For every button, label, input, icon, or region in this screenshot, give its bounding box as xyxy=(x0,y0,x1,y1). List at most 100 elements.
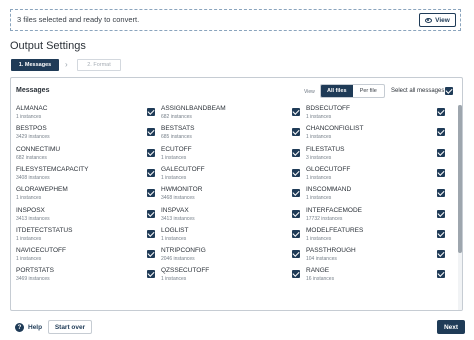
message-instance-count: 1 instances xyxy=(161,174,187,181)
message-item: MODELFEATURES 1 instances xyxy=(306,227,446,243)
message-instance-count: 104 instances xyxy=(306,256,337,263)
message-instance-count: 1 instances xyxy=(306,195,332,202)
message-checkbox[interactable] xyxy=(292,270,300,279)
message-instance-count: 685 instances xyxy=(161,134,192,141)
message-name: ASSIGNLBANDBEAM xyxy=(161,105,226,112)
message-instance-count: 1 instances xyxy=(16,256,42,263)
view-mode-label: View xyxy=(304,89,315,95)
message-instance-count: 17732 instances xyxy=(306,215,343,222)
message-instance-count: 16 instances xyxy=(306,276,335,283)
message-instance-count: 3429 instances xyxy=(16,134,50,141)
message-checkbox[interactable] xyxy=(147,148,155,157)
message-item: INSPOSX 3413 instances xyxy=(16,207,156,223)
message-name: PORTSTATS xyxy=(16,267,54,275)
message-name: FILESTATUS xyxy=(306,145,345,153)
message-name: NTRIPCONFIG xyxy=(161,247,206,255)
message-item: ALMANAC 1 instances xyxy=(16,105,156,121)
messages-title: Messages xyxy=(16,87,50,94)
message-checkbox[interactable] xyxy=(437,168,445,177)
select-all-checkbox[interactable] xyxy=(445,87,453,95)
message-checkbox[interactable] xyxy=(437,148,445,157)
message-checkbox[interactable] xyxy=(292,168,300,177)
message-checkbox[interactable] xyxy=(292,189,300,198)
message-name: ITDETECTSTATUS xyxy=(16,226,73,234)
message-checkbox[interactable] xyxy=(437,189,445,198)
message-instance-count: 1 instances xyxy=(16,114,42,120)
start-over-button[interactable]: Start over xyxy=(48,320,92,334)
message-checkbox[interactable] xyxy=(147,108,155,116)
next-button[interactable]: Next xyxy=(437,320,465,334)
message-checkbox[interactable] xyxy=(437,209,445,218)
message-item: QZSSECUTOFF 1 instances xyxy=(161,267,301,283)
message-name: CONNECTIMU xyxy=(16,145,61,153)
message-name: PASSTHROUGH xyxy=(306,247,356,255)
message-instance-count: 1 instances xyxy=(161,276,187,283)
message-checkbox[interactable] xyxy=(292,108,300,116)
message-item: HWMONITOR 3468 instances xyxy=(161,186,301,202)
message-name: CHANCONFIGLIST xyxy=(306,125,364,133)
message-name: RANGE xyxy=(306,267,330,275)
message-checkbox[interactable] xyxy=(147,128,155,137)
message-checkbox[interactable] xyxy=(437,229,445,238)
question-icon: ? xyxy=(15,323,24,332)
message-checkbox[interactable] xyxy=(292,229,300,238)
message-checkbox[interactable] xyxy=(292,250,300,259)
message-item: PORTSTATS 3469 instances xyxy=(16,267,156,283)
message-item: PASSTHROUGH 104 instances xyxy=(306,247,446,263)
message-name: INSPVAX xyxy=(161,206,189,214)
files-status-text: 3 files selected and ready to convert. xyxy=(17,15,140,24)
message-instance-count: 1 instances xyxy=(161,154,187,161)
message-checkbox[interactable] xyxy=(292,128,300,137)
message-checkbox[interactable] xyxy=(147,250,155,259)
message-checkbox[interactable] xyxy=(147,229,155,238)
message-checkbox[interactable] xyxy=(437,128,445,137)
message-instance-count: 1 instances xyxy=(306,235,332,242)
message-name: GLOECUTOFF xyxy=(306,165,351,173)
message-instance-count: 3469 instances xyxy=(16,276,50,283)
view-mode-toggle: All files Per file xyxy=(320,84,385,98)
scrollbar-thumb[interactable] xyxy=(458,105,462,253)
message-name: INSPOSX xyxy=(16,206,45,214)
message-item: ASSIGNLBANDBEAM 682 instances xyxy=(161,105,301,121)
files-status-banner: 3 files selected and ready to convert. V… xyxy=(10,9,461,31)
message-checkbox[interactable] xyxy=(437,108,445,116)
message-name: MODELFEATURES xyxy=(306,226,364,234)
message-item: NAVICECUTOFF 1 instances xyxy=(16,247,156,263)
message-item: ITDETECTSTATUS 1 instances xyxy=(16,227,156,243)
footer: ? Help Start over Next xyxy=(0,318,474,340)
step-messages[interactable]: 1. Messages xyxy=(11,59,59,71)
message-instance-count: 1 instances xyxy=(16,235,42,242)
message-checkbox[interactable] xyxy=(147,189,155,198)
step-format[interactable]: 2. Format xyxy=(77,59,121,71)
toggle-per-file[interactable]: Per file xyxy=(353,85,385,97)
message-item: GLOECUTOFF 1 instances xyxy=(306,166,446,182)
message-checkbox[interactable] xyxy=(147,168,155,177)
message-checkbox[interactable] xyxy=(437,250,445,259)
message-item: FILESYSTEMCAPACITY 3408 instances xyxy=(16,166,156,182)
message-instance-count: 3468 instances xyxy=(161,195,195,202)
view-files-button[interactable]: View xyxy=(419,13,456,27)
message-item: GALECUTOFF 1 instances xyxy=(161,166,301,182)
message-checkbox[interactable] xyxy=(292,148,300,157)
help-button[interactable]: ? Help xyxy=(15,323,42,332)
message-name: LOGLIST xyxy=(161,226,189,234)
message-item: LOGLIST 1 instances xyxy=(161,227,301,243)
scrollbar[interactable] xyxy=(458,105,462,310)
message-checkbox[interactable] xyxy=(147,270,155,279)
message-checkbox[interactable] xyxy=(147,209,155,218)
message-checkbox[interactable] xyxy=(437,270,445,279)
message-name: INSCOMMAND xyxy=(306,186,352,194)
message-instance-count: 3413 instances xyxy=(16,215,50,222)
message-item: INSPVAX 3413 instances xyxy=(161,207,301,223)
message-item: RANGE 16 instances xyxy=(306,267,446,283)
eye-icon xyxy=(425,17,433,23)
message-instance-count: 2046 instances xyxy=(161,256,195,263)
message-checkbox[interactable] xyxy=(292,209,300,218)
toggle-all-files[interactable]: All files xyxy=(321,85,353,97)
message-instance-count: 682 instances xyxy=(161,114,192,120)
message-name: BESTPOS xyxy=(16,125,47,133)
message-instance-count: 1 instances xyxy=(16,195,42,202)
message-name: ECUTOFF xyxy=(161,145,192,153)
message-instance-count: 3413 instances xyxy=(161,215,195,222)
message-item: CONNECTIMU 682 instances xyxy=(16,146,156,162)
